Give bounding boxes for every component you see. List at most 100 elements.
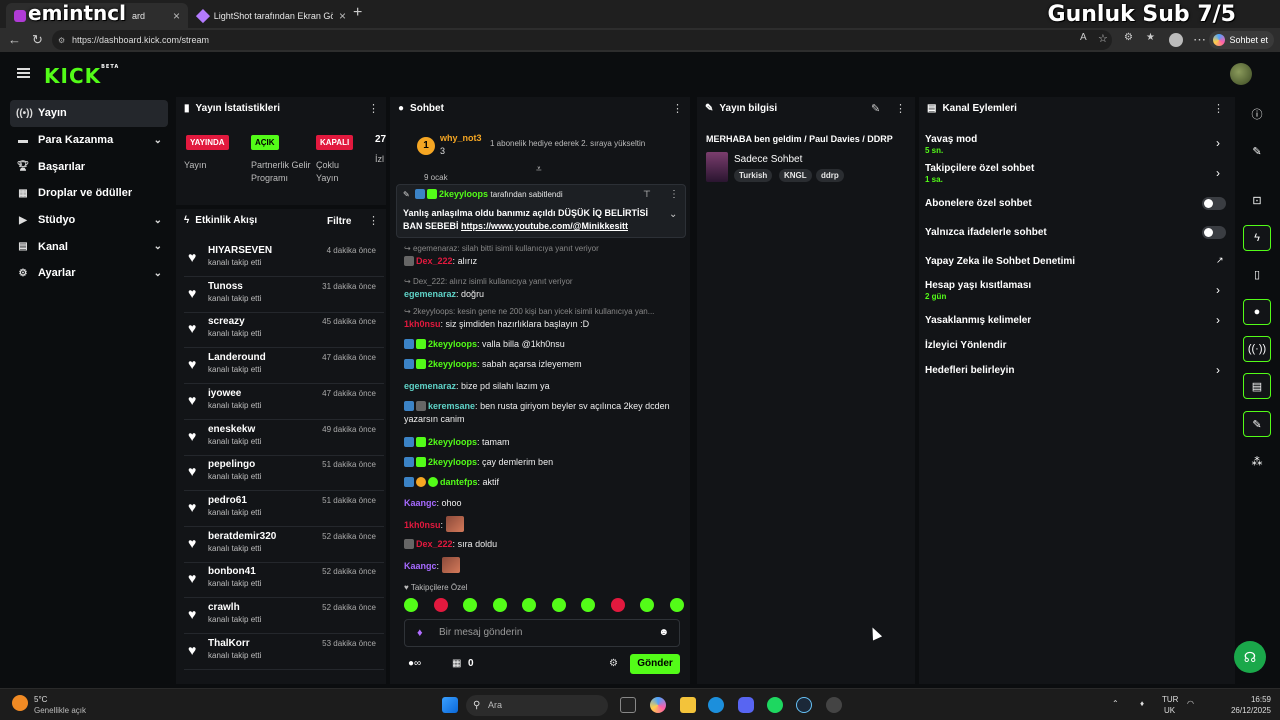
follower-name[interactable]: beratdemir320 bbox=[208, 531, 276, 542]
list-item[interactable]: ♥ beratdemir320 kanalı takip etti 52 dakika… bbox=[184, 527, 384, 563]
sidebar-item-droplar[interactable]: ▦ Droplar ve ödüller bbox=[10, 180, 168, 207]
document-icon[interactable]: ▯ bbox=[1243, 261, 1271, 287]
emote-icon[interactable] bbox=[610, 598, 625, 612]
tray-chevron-icon[interactable]: ⌃ bbox=[1112, 699, 1119, 709]
chat-username[interactable]: 2keyyloops bbox=[428, 339, 477, 349]
sidebar-item-kanal[interactable]: ▤ Kanal ⌄ bbox=[10, 233, 168, 260]
back-icon[interactable]: ← bbox=[8, 32, 21, 47]
action-slow-mode[interactable]: Yavaş mod 5 sn. bbox=[925, 134, 977, 155]
scroll-down-icon[interactable]: ⩡ bbox=[536, 164, 542, 175]
emote-icon[interactable] bbox=[463, 598, 478, 612]
support-button[interactable]: ☊ bbox=[1234, 641, 1266, 673]
store-icon[interactable]: ▦ bbox=[452, 658, 461, 669]
close-icon[interactable]: × bbox=[173, 9, 180, 23]
emote-icon[interactable] bbox=[581, 598, 596, 612]
reply-header[interactable]: ↪ egemenaraz: silah bitti isimli kullanı… bbox=[404, 242, 684, 255]
pinned-link[interactable]: https://www.youtube.com/@Minikkesitt bbox=[461, 221, 628, 231]
list-item[interactable]: ♥ crawlh kanalı takip etti 52 dakika önce bbox=[184, 598, 384, 634]
chevron-right-icon[interactable]: › bbox=[1216, 136, 1220, 150]
extensions-icon[interactable]: ⚙ bbox=[1124, 32, 1133, 43]
community-icon[interactable]: ●∞ bbox=[408, 658, 421, 669]
follower-name[interactable]: pepelingo bbox=[208, 459, 255, 470]
chat-username[interactable]: egemenaraz bbox=[404, 381, 456, 391]
action-ai-moderation[interactable]: Yapay Zeka ile Sohbet Denetimi bbox=[925, 256, 1075, 267]
sidebar-item-basarilar[interactable]: 🏆︎ Başarılar bbox=[10, 153, 168, 180]
chevron-down-icon[interactable]: ⌄ bbox=[669, 209, 677, 220]
chat-icon[interactable]: ● bbox=[1243, 299, 1271, 325]
follower-name[interactable]: bonbon41 bbox=[208, 566, 256, 577]
emote-icon[interactable] bbox=[404, 598, 418, 612]
broadcast-icon[interactable]: ((·)) bbox=[1243, 336, 1271, 362]
spotify-icon[interactable] bbox=[767, 697, 783, 713]
copilot-icon[interactable] bbox=[650, 697, 666, 713]
chat-username[interactable]: egemenaraz bbox=[404, 289, 456, 299]
emoji-icon[interactable]: ☻ bbox=[658, 620, 669, 646]
discord-icon[interactable] bbox=[738, 697, 754, 713]
taskbar-search[interactable]: ⚲ Ara bbox=[466, 695, 608, 716]
emote-icon[interactable] bbox=[522, 598, 537, 612]
gift-user[interactable]: why_not3 bbox=[440, 133, 482, 143]
subscribers-only-toggle[interactable] bbox=[1202, 197, 1226, 210]
reply-header[interactable]: ↪ 2keyyloops: kesin gene ne 200 kişi ban… bbox=[404, 305, 684, 318]
task-view-icon[interactable] bbox=[620, 697, 636, 713]
external-link-icon[interactable]: ↗ bbox=[1216, 255, 1224, 266]
send-button[interactable]: Gönder bbox=[630, 654, 680, 674]
pin-toggle-icon[interactable]: ⊤ bbox=[643, 189, 651, 200]
follower-name[interactable]: Tunoss bbox=[208, 281, 243, 292]
info-icon[interactable]: ⓘ bbox=[1243, 101, 1271, 127]
emote-icon[interactable] bbox=[551, 598, 566, 612]
more-vertical-icon[interactable]: ⋮ bbox=[368, 102, 379, 115]
list-item[interactable]: ♥ ThalKorr kanalı takip etti 53 dakika önce bbox=[184, 634, 384, 670]
reload-icon[interactable]: ↻ bbox=[32, 32, 43, 48]
read-aloud-icon[interactable]: A bbox=[1080, 32, 1087, 43]
copilot-chat-button[interactable]: Sohbet et bbox=[1209, 31, 1274, 49]
tag[interactable]: KNGL bbox=[779, 169, 812, 182]
more-icon[interactable]: ⋯ bbox=[1193, 32, 1206, 48]
edge-icon[interactable] bbox=[708, 697, 724, 713]
emote-icon[interactable] bbox=[492, 598, 507, 612]
clock-date[interactable]: 26/12/2025 bbox=[1221, 706, 1271, 716]
action-banned-words[interactable]: Yasaklanmış kelimeler bbox=[925, 315, 1031, 326]
more-vertical-icon[interactable]: ⋮ bbox=[895, 102, 906, 115]
reply-header[interactable]: ↪ Dex_222: alırız isimli kullanıcıya yan… bbox=[404, 275, 684, 288]
emotes-only-toggle[interactable] bbox=[1202, 226, 1226, 239]
follower-name[interactable]: iyowee bbox=[208, 388, 241, 399]
chat-username[interactable]: 2keyyloops bbox=[428, 437, 477, 447]
microphone-icon[interactable]: ♦ bbox=[1140, 699, 1144, 709]
action-account-age[interactable]: Hesap yaşı kısıtlaması 2 gün bbox=[925, 280, 1031, 301]
windows-start-icon[interactable] bbox=[442, 697, 458, 713]
chat-username[interactable]: dantefps bbox=[440, 477, 478, 487]
chat-username[interactable]: 1kh0nsu bbox=[404, 319, 441, 329]
list-item[interactable]: ♥ pedro61 kanalı takip etti 51 dakika önce bbox=[184, 491, 384, 527]
more-vertical-icon[interactable]: ⋮ bbox=[1213, 102, 1224, 115]
close-icon[interactable]: × bbox=[339, 9, 346, 23]
chat-username[interactable]: Kaangc bbox=[404, 561, 437, 571]
site-info-icon[interactable]: ⚙ bbox=[58, 36, 65, 45]
follower-name[interactable]: eneskekw bbox=[208, 424, 255, 435]
follower-name[interactable]: crawlh bbox=[208, 602, 240, 613]
filter-button[interactable]: Filtre bbox=[327, 216, 351, 227]
category-thumbnail[interactable] bbox=[706, 152, 728, 182]
sidebar-item-yayin[interactable]: ((•)) Yayın bbox=[10, 100, 168, 127]
chat-username[interactable]: keremsane bbox=[428, 401, 475, 411]
follower-name[interactable]: screazy bbox=[208, 316, 245, 327]
url-field[interactable]: ⚙ https://dashboard.kick.com/stream bbox=[52, 30, 1112, 50]
star-icon[interactable]: ☆ bbox=[1098, 32, 1108, 45]
tag[interactable]: Turkish bbox=[734, 169, 773, 182]
wifi-icon[interactable]: ◠ bbox=[1187, 699, 1194, 709]
action-raid[interactable]: İzleyici Yönlendir bbox=[925, 340, 1007, 351]
list-item[interactable]: ♥ pepelingo kanalı takip etti 51 dakika önc… bbox=[184, 455, 384, 492]
category-name[interactable]: Sadece Sohbet bbox=[734, 154, 802, 165]
favorites-icon[interactable]: ★ bbox=[1146, 32, 1155, 43]
language-code[interactable]: TUR bbox=[1162, 695, 1178, 705]
chevron-right-icon[interactable]: › bbox=[1216, 363, 1220, 377]
plus-icon[interactable]: + bbox=[353, 4, 362, 22]
chat-username[interactable]: Kaangc bbox=[404, 498, 437, 508]
file-explorer-icon[interactable] bbox=[680, 697, 696, 713]
weather-icon[interactable] bbox=[12, 695, 28, 711]
follower-name[interactable]: Landeround bbox=[208, 352, 266, 363]
sidebar-item-para-kazanma[interactable]: ▬ Para Kazanma ⌄ bbox=[10, 127, 168, 154]
follower-name[interactable]: pedro61 bbox=[208, 495, 247, 506]
community-icon[interactable]: ⁂ bbox=[1243, 448, 1271, 474]
wrench-icon[interactable]: ✎ bbox=[1243, 411, 1271, 437]
